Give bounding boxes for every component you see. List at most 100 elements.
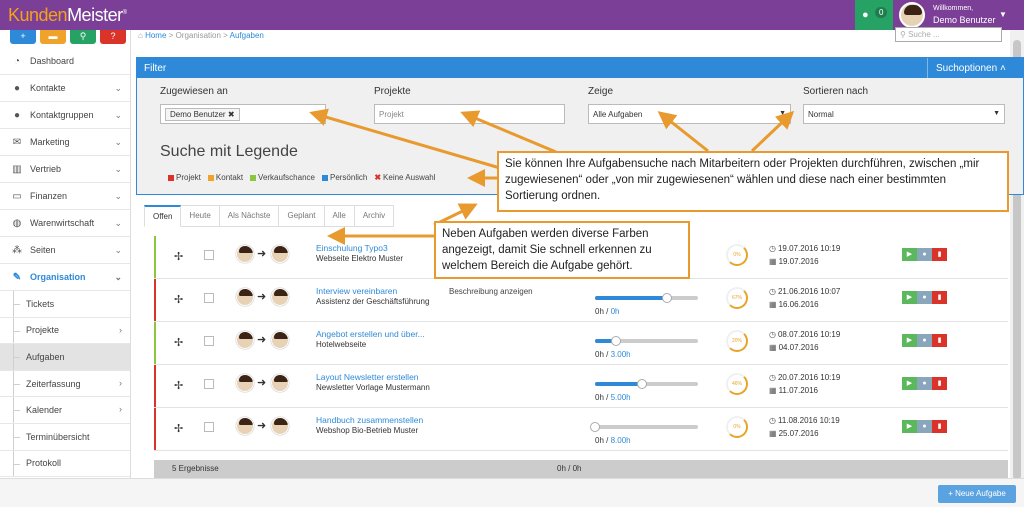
table-row[interactable]: ✢ ➜ Angebot erstellen und über... Hotelwebs…	[154, 322, 1008, 365]
progress-knob[interactable]	[590, 422, 600, 432]
app-logo[interactable]: KundenMeister®	[8, 5, 127, 26]
drag-handle-icon[interactable]: ✢	[174, 293, 183, 306]
play-button[interactable]: ▶	[902, 334, 917, 347]
assigned-tag[interactable]: Demo Benutzer ✖	[165, 108, 240, 121]
show-description-link[interactable]: Beschreibung anzeigen	[449, 287, 533, 296]
user-menu[interactable]: Willkommen, Demo Benutzer ▼	[893, 0, 1024, 30]
sort-select[interactable]: Normal ▼	[803, 104, 1005, 124]
task-title-link[interactable]: Einschulung Typo3	[316, 243, 388, 253]
delete-button[interactable]: ▮	[932, 291, 947, 304]
delete-button[interactable]: ▮	[932, 334, 947, 347]
drag-handle-icon[interactable]: ✢	[174, 336, 183, 349]
search-quick-button[interactable]: ⚲	[70, 30, 96, 44]
sidebar-subitem-protokoll[interactable]: Protokoll	[0, 450, 130, 478]
play-button[interactable]: ▶	[902, 291, 917, 304]
legend-title: Suche mit Legende	[160, 143, 298, 160]
new-task-button[interactable]: + Neue Aufgabe	[938, 485, 1016, 503]
drag-handle-icon[interactable]: ✢	[174, 250, 183, 263]
help-quick-button[interactable]: ?	[100, 30, 126, 44]
comment-button[interactable]: ●	[917, 248, 932, 261]
show-select[interactable]: Alle Aufgaben ▼	[588, 104, 791, 124]
progress-slider[interactable]	[595, 293, 698, 303]
legend-item[interactable]: Verkaufschance	[250, 173, 315, 182]
task-checkbox[interactable]	[204, 379, 214, 389]
sidebar-item-marketing[interactable]: ✉ Marketing ⌄	[0, 129, 130, 156]
notifications-button[interactable]: ● 0	[855, 0, 893, 30]
task-title-link[interactable]: Angebot erstellen und über...	[316, 329, 425, 339]
sidebar-item-seiten[interactable]: ⁂ Seiten ⌄	[0, 237, 130, 264]
time-total[interactable]: 0h	[611, 307, 620, 316]
progress-slider[interactable]	[595, 336, 698, 346]
table-row[interactable]: ✢ ➜ Interview vereinbaren Assistenz der Ges…	[154, 279, 1008, 322]
task-title-link[interactable]: Layout Newsletter erstellen	[316, 372, 419, 382]
table-row[interactable]: ✢ ➜ Handbuch zusammenstellen Webshop Bio-Be…	[154, 408, 1008, 451]
remove-tag-icon[interactable]: ✖	[228, 110, 235, 119]
comment-button[interactable]: ●	[917, 291, 932, 304]
task-title-link[interactable]: Interview vereinbaren	[316, 286, 397, 296]
search-input[interactable]: ⚲ Suche ...	[895, 27, 1002, 42]
progress-slider[interactable]	[590, 422, 698, 432]
progress-knob[interactable]	[637, 379, 648, 389]
calendar-icon: ▦	[769, 257, 777, 266]
tab-heute[interactable]: Heute	[181, 205, 220, 227]
task-checkbox[interactable]	[204, 422, 214, 432]
sidebar-item-kontakte[interactable]: ● Kontakte ⌄	[0, 75, 130, 102]
sidebar-subitem-terminübersicht[interactable]: Terminübersicht	[0, 423, 130, 451]
tab-archiv[interactable]: Archiv	[354, 205, 395, 227]
progress-knob[interactable]	[610, 336, 621, 346]
time-total[interactable]: 3.00h	[611, 350, 631, 359]
chat-quick-button[interactable]: ▬	[40, 30, 66, 44]
legend-item[interactable]: Projekt	[168, 173, 201, 182]
legend-item[interactable]: Kontakt	[207, 173, 243, 182]
tab-alle[interactable]: Alle	[324, 205, 355, 227]
delete-button[interactable]: ▮	[932, 248, 947, 261]
time-total[interactable]: 8.00h	[611, 436, 631, 445]
sidebar-subitem-tickets[interactable]: Tickets	[0, 291, 130, 318]
comment-button[interactable]: ●	[917, 377, 932, 390]
quick-actions: + ▬ ⚲?	[0, 30, 130, 48]
sidebar-item-organisation[interactable]: ✎ Organisation ⌄	[0, 264, 130, 291]
tab-als-nächste[interactable]: Als Nächste	[219, 205, 280, 227]
sidebar-item-warenwirtschaft[interactable]: ◍ Warenwirtschaft ⌄	[0, 210, 130, 237]
assigned-input[interactable]: Demo Benutzer ✖	[160, 104, 326, 124]
table-row[interactable]: ✢ ➜ Layout Newsletter erstellen Newsletter …	[154, 365, 1008, 408]
sidebar-subitem-projekte[interactable]: Projekte ›	[0, 317, 130, 345]
drag-handle-icon[interactable]: ✢	[174, 379, 183, 392]
sidebar-item-vertrieb[interactable]: ▥ Vertrieb ⌄	[0, 156, 130, 183]
chevron-down-icon: ⌄	[114, 272, 122, 282]
drag-handle-icon[interactable]: ✢	[174, 422, 183, 435]
comment-button[interactable]: ●	[917, 334, 932, 347]
play-button[interactable]: ▶	[902, 377, 917, 390]
delete-button[interactable]: ▮	[932, 377, 947, 390]
tab-offen[interactable]: Offen	[144, 205, 182, 227]
plus-quick-button[interactable]: +	[10, 30, 36, 44]
breadcrumb-current[interactable]: Aufgaben	[230, 31, 264, 40]
bottom-bar	[0, 478, 1024, 507]
breadcrumb-organisation[interactable]: Organisation	[176, 31, 221, 40]
sidebar-item-dashboard[interactable]: ◔ Dashboard	[0, 48, 130, 75]
breadcrumb-home[interactable]: Home	[145, 31, 166, 40]
comment-button[interactable]: ●	[917, 420, 932, 433]
sidebar-item-kontaktgruppen[interactable]: ● Kontaktgruppen ⌄	[0, 102, 130, 129]
task-checkbox[interactable]	[204, 336, 214, 346]
progress-slider[interactable]	[595, 379, 698, 389]
search-options-toggle[interactable]: Suchoptionen ˄	[927, 58, 1014, 78]
sidebar-subitem-aufgaben[interactable]: Aufgaben	[0, 344, 130, 371]
task-checkbox[interactable]	[204, 293, 214, 303]
sidebar-subitem-kalender[interactable]: Kalender ›	[0, 397, 130, 424]
time-total[interactable]: 5.00h	[611, 393, 631, 402]
progress-fill	[595, 382, 643, 386]
legend-item[interactable]: Persönlich	[321, 173, 367, 182]
progress-knob[interactable]	[662, 293, 673, 303]
delete-button[interactable]: ▮	[932, 420, 947, 433]
task-checkbox[interactable]	[204, 250, 214, 260]
results-hours: 0h / 0h	[557, 464, 582, 473]
sidebar-subitem-zeiterfassung[interactable]: Zeiterfassung ›	[0, 370, 130, 398]
task-title-link[interactable]: Handbuch zusammenstellen	[316, 415, 423, 425]
tab-geplant[interactable]: Geplant	[279, 205, 325, 227]
legend-item[interactable]: ✖ Keine Auswahl	[374, 173, 435, 182]
sidebar-item-finanzen[interactable]: ▭ Finanzen ⌄	[0, 183, 130, 210]
play-button[interactable]: ▶	[902, 420, 917, 433]
play-button[interactable]: ▶	[902, 248, 917, 261]
projects-input[interactable]: Projekt	[374, 104, 565, 124]
